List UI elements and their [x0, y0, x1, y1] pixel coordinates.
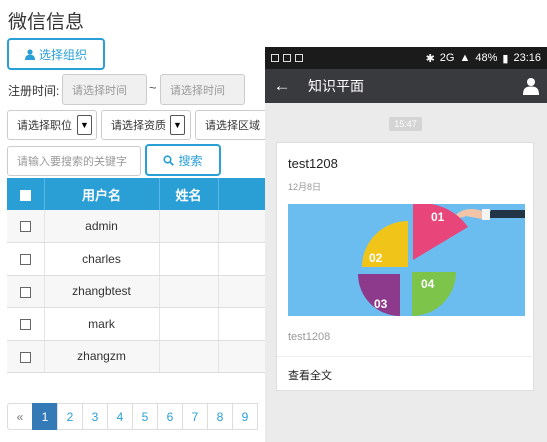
- status-bar: ✱ 2G ▲ 48% ▮ 23:16: [265, 47, 547, 69]
- row-select-cell: [7, 242, 45, 276]
- page-7[interactable]: 7: [182, 403, 208, 430]
- row-select-cell: [7, 307, 45, 341]
- page-3[interactable]: 3: [82, 403, 108, 430]
- status-right: ✱ 2G ▲ 48% ▮ 23:16: [426, 52, 541, 65]
- slice-label-03: 03: [374, 297, 388, 311]
- pagination-prev[interactable]: «: [7, 403, 33, 430]
- range-separator: ~: [149, 80, 157, 95]
- slice-label-01: 01: [431, 210, 445, 224]
- select-org-label: 选择组织: [38, 47, 87, 62]
- extra-cell: [218, 307, 265, 341]
- reg-time-label: 注册时间:: [8, 84, 60, 98]
- row-checkbox[interactable]: [19, 254, 31, 266]
- row-checkbox[interactable]: [19, 221, 31, 233]
- username-cell: charles: [44, 242, 160, 276]
- battery-icon: ▮: [502, 52, 509, 65]
- position-select-value: 请选择职位: [17, 120, 72, 132]
- col-username[interactable]: 用户名: [44, 178, 160, 210]
- start-date-input[interactable]: 请选择时间: [62, 74, 147, 105]
- username-cell: zhangzm: [44, 340, 160, 373]
- clock: 23:16: [513, 52, 541, 64]
- row-select-cell: [7, 210, 45, 243]
- status-left: [271, 54, 303, 62]
- phone-preview: ✱ 2G ▲ 48% ▮ 23:16 ← 知识平面 15:47 test1208…: [265, 47, 547, 442]
- message-time: 15:47: [389, 117, 422, 131]
- qualification-select[interactable]: 请选择资质 ▼: [101, 110, 191, 140]
- page-2[interactable]: 2: [57, 403, 83, 430]
- table-row[interactable]: zhangzm: [7, 340, 265, 373]
- page-6[interactable]: 6: [157, 403, 183, 430]
- username-cell: zhangbtest: [44, 275, 160, 308]
- select-all-checkbox[interactable]: [19, 189, 31, 201]
- user-icon: [24, 48, 35, 60]
- region-select[interactable]: 请选择区域: [195, 110, 265, 140]
- signal-icon: ▲: [459, 52, 471, 64]
- bluetooth-icon: ✱: [425, 52, 435, 65]
- network-type: 2G: [439, 52, 455, 64]
- app-icon: [295, 54, 303, 62]
- table-header-row: 用户名 姓名: [7, 178, 265, 210]
- photo-icon: [283, 54, 291, 62]
- table-row[interactable]: zhangbtest: [7, 275, 265, 308]
- name-cell: [159, 242, 219, 276]
- row-select-cell: [7, 340, 45, 373]
- username-cell: admin: [44, 210, 160, 243]
- page-4[interactable]: 4: [107, 403, 133, 430]
- name-cell: [159, 275, 219, 308]
- extra-cell: [218, 275, 265, 308]
- user-table: 用户名 姓名 admin charles zhangbtest mark zha…: [7, 178, 265, 373]
- username-cell: mark: [44, 307, 160, 341]
- search-icon: [163, 154, 175, 166]
- article-cover-image: 01 02 03 04: [288, 204, 525, 316]
- name-cell: [159, 340, 219, 373]
- slice-label-04: 04: [421, 277, 435, 291]
- table-row[interactable]: admin: [7, 210, 265, 243]
- page-5[interactable]: 5: [132, 403, 158, 430]
- table-row[interactable]: charles: [7, 242, 265, 276]
- row-checkbox[interactable]: [19, 319, 31, 331]
- row-checkbox[interactable]: [19, 286, 31, 298]
- admin-panel: 微信信息 选择组织 注册时间: 请选择时间 ~ 请选择时间 请选择职位 ▼ 请选…: [0, 0, 265, 442]
- page-title: 微信信息: [8, 12, 85, 33]
- keyword-input[interactable]: 请输入要搜索的关键字: [7, 146, 141, 176]
- search-label: 搜索: [178, 153, 203, 168]
- qualification-select-value: 请选择资质: [111, 120, 166, 132]
- article-description: test1208: [288, 331, 331, 343]
- article-card[interactable]: test1208 12月8日 01 02 03 04 test1208 查看全文: [276, 142, 535, 392]
- page-1[interactable]: 1: [32, 403, 58, 430]
- nav-title: 知识平面: [308, 78, 364, 94]
- page-8[interactable]: 8: [207, 403, 233, 430]
- battery-level: 48%: [475, 52, 498, 64]
- back-arrow-icon[interactable]: ←: [265, 76, 299, 96]
- position-select[interactable]: 请选择职位 ▼: [7, 110, 97, 140]
- name-cell: [159, 307, 219, 341]
- message-icon: [271, 54, 279, 62]
- extra-cell: [218, 242, 265, 276]
- article-title: test1208: [288, 156, 338, 171]
- end-date-input[interactable]: 请选择时间: [160, 74, 245, 105]
- slice-label-02: 02: [369, 251, 383, 265]
- row-checkbox[interactable]: [19, 351, 31, 363]
- col-extra: [218, 178, 265, 210]
- select-org-button[interactable]: 选择组织: [7, 38, 105, 70]
- table-row[interactable]: mark: [7, 307, 265, 341]
- select-all-cell: [7, 178, 45, 210]
- pagination: « 1 2 3 4 5 6 7 8 9: [7, 403, 258, 430]
- extra-cell: [218, 210, 265, 243]
- extra-cell: [218, 340, 265, 373]
- user-profile-icon[interactable]: [523, 77, 539, 95]
- col-name[interactable]: 姓名: [159, 178, 219, 210]
- article-date: 12月8日: [288, 182, 322, 192]
- name-cell: [159, 210, 219, 243]
- read-more-link[interactable]: 查看全文: [277, 356, 535, 392]
- search-button[interactable]: 搜索: [145, 144, 221, 176]
- row-select-cell: [7, 275, 45, 308]
- page-9[interactable]: 9: [232, 403, 258, 430]
- chevron-down-icon: ▼: [77, 115, 92, 135]
- region-select-value: 请选择区域: [205, 120, 260, 132]
- app-navbar: ← 知识平面: [265, 69, 547, 103]
- chevron-down-icon: ▼: [170, 115, 185, 135]
